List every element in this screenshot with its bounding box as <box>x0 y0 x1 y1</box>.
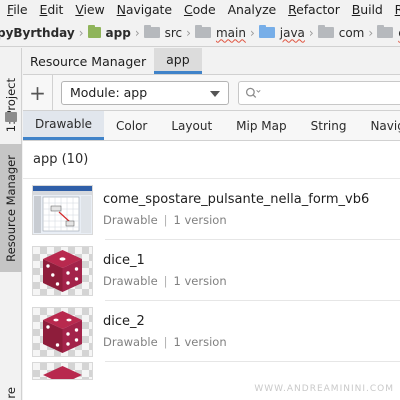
breadcrumb-separator: › <box>78 25 84 40</box>
tool-window-title: Resource Manager <box>30 53 147 69</box>
resource-thumbnail <box>32 245 93 296</box>
menu-refactor[interactable]: Refactor <box>281 2 345 17</box>
left-tool-strip: 1: Project Resource Manager re <box>0 48 22 400</box>
project-folder-icon <box>5 112 17 122</box>
breadcrumb-separator: › <box>368 25 374 40</box>
breadcrumb-src[interactable]: src <box>143 25 182 40</box>
tool-window-header: Resource Manager app <box>23 48 400 75</box>
resource-row[interactable]: come_spostare_pulsante_nella_form_vb6 Dr… <box>23 179 400 240</box>
resource-thumbnail <box>32 184 93 235</box>
breadcrumb-separator: › <box>308 25 314 40</box>
tab-app[interactable]: app <box>154 48 202 74</box>
breadcrumb-separator: › <box>134 25 140 40</box>
resource-name: dice_2 <box>103 314 145 329</box>
menu-navigate[interactable]: Navigate <box>110 2 177 17</box>
add-resource-button[interactable]: + <box>23 75 53 110</box>
breadcrumb-java[interactable]: java <box>258 25 305 40</box>
folder-icon <box>194 25 211 38</box>
menu-bar: File Edit View Navigate Code Analyze Ref… <box>0 0 400 19</box>
resource-row-partial[interactable] <box>23 362 400 382</box>
search-icon <box>245 87 261 98</box>
menu-edit[interactable]: Edit <box>33 2 69 17</box>
breadcrumb-app[interactable]: app <box>87 25 131 40</box>
menu-file[interactable]: File <box>0 2 33 17</box>
breadcrumb-main[interactable]: main <box>194 25 246 40</box>
breadcrumb-com[interactable]: com <box>317 25 364 40</box>
watermark: WWW.ANDREAMININI.COM <box>254 384 394 394</box>
package-folder-icon <box>377 25 394 38</box>
tab-color[interactable]: Color <box>104 111 159 140</box>
bottom-tool-tab[interactable]: re <box>0 386 22 400</box>
resource-row[interactable]: dice_2 Drawable | 1 version <box>23 301 400 362</box>
dice-image <box>43 249 82 292</box>
search-box[interactable] <box>238 80 400 105</box>
resource-meta: Drawable | 1 version <box>103 274 227 288</box>
resource-meta: Drawable | 1 version <box>103 213 227 227</box>
resource-meta: Drawable | 1 version <box>103 335 227 349</box>
resource-toolbar: + Module: app <box>23 75 400 111</box>
tab-mip-map[interactable]: Mip Map <box>224 111 298 140</box>
module-folder-icon <box>87 25 101 38</box>
menu-analyze[interactable]: Analyze <box>221 2 282 17</box>
resource-row[interactable]: dice_1 Drawable | 1 version <box>23 240 400 301</box>
tab-string[interactable]: String <box>299 111 359 140</box>
module-select-value: Module: app <box>70 85 148 100</box>
navigation-bar: pyByrthday › app › src › main › java › c… <box>0 19 400 47</box>
breadcrumb-project[interactable]: pyByrthday <box>0 26 75 40</box>
menu-build[interactable]: Build <box>345 2 388 17</box>
resource-manager-tool-tab[interactable]: Resource Manager <box>0 144 22 272</box>
dice-image <box>43 366 82 379</box>
resource-thumbnail <box>32 306 93 357</box>
screenshot-preview-image <box>33 185 92 233</box>
dice-image <box>43 310 82 353</box>
package-folder-icon <box>317 25 334 38</box>
resource-info: dice_2 Drawable | 1 version <box>103 314 227 349</box>
resource-manager-window: Resource Manager app + Module: app Drawa… <box>23 48 400 400</box>
resource-name: dice_1 <box>103 253 145 268</box>
resource-thumbnail <box>32 362 93 380</box>
source-folder-icon <box>258 25 275 38</box>
module-select[interactable]: Module: app <box>61 80 229 105</box>
tab-navigation[interactable]: Navigatio <box>358 111 400 140</box>
search-input[interactable] <box>261 85 400 100</box>
resource-info: come_spostare_pulsante_nella_form_vb6 Dr… <box>103 192 369 227</box>
resource-type-tabs: Drawable Color Layout Mip Map String Nav… <box>23 111 400 141</box>
menu-code[interactable]: Code <box>177 2 221 17</box>
project-tool-tab[interactable]: 1: Project <box>0 52 22 158</box>
menu-view[interactable]: View <box>68 2 109 17</box>
section-header[interactable]: app (10) <box>23 141 400 179</box>
resource-name: come_spostare_pulsante_nella_form_vb6 <box>103 192 370 207</box>
chevron-down-icon <box>210 90 220 97</box>
breadcrumb-separator: › <box>186 25 191 40</box>
menu-run[interactable]: Run <box>388 2 400 17</box>
tab-layout[interactable]: Layout <box>159 111 224 140</box>
resource-info: dice_1 Drawable | 1 version <box>103 253 227 288</box>
folder-icon <box>143 25 160 38</box>
breadcrumb-separator: › <box>249 25 255 40</box>
tab-drawable[interactable]: Drawable <box>23 111 105 140</box>
breadcrumb-example[interactable]: exam <box>377 25 400 40</box>
